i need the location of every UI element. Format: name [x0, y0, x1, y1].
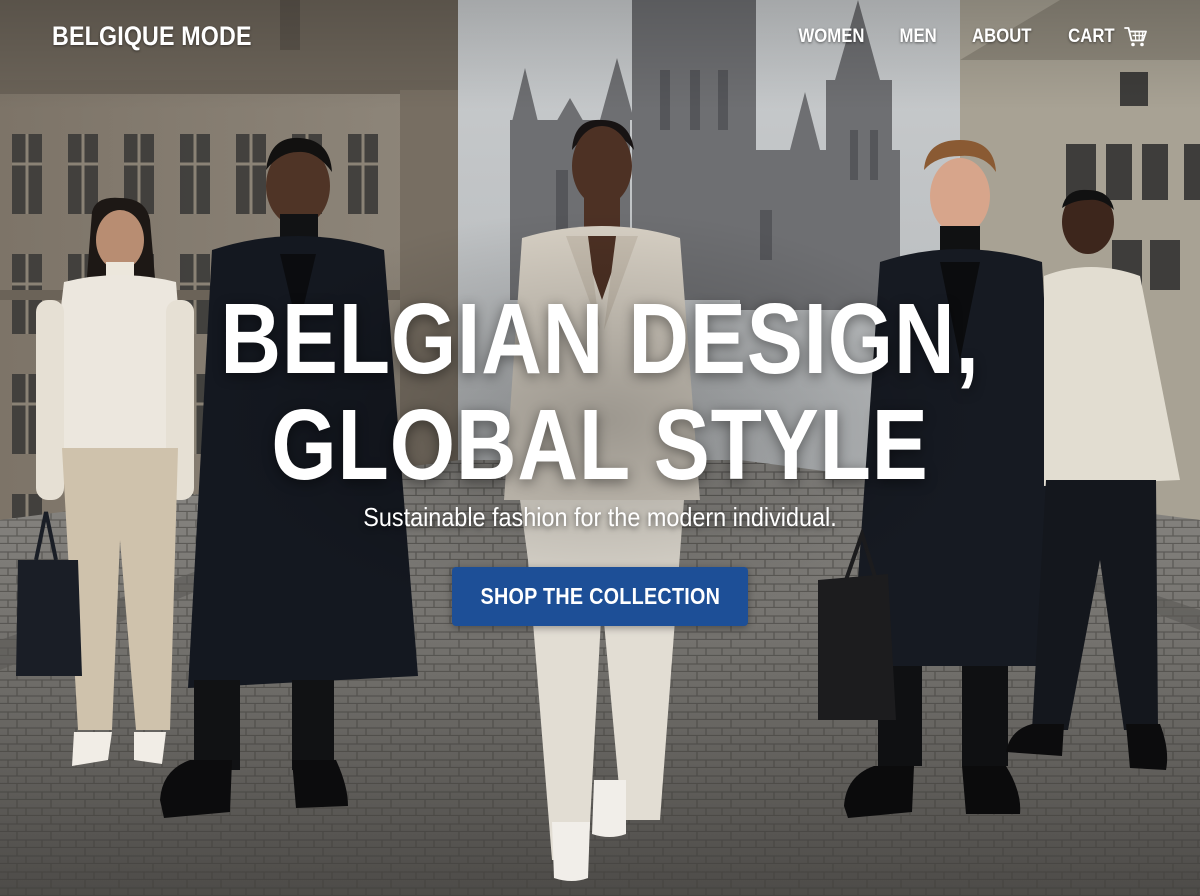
nav-link-about[interactable]: ABOUT [972, 26, 1031, 48]
cart-icon [1124, 27, 1147, 47]
cart-label: CART [1068, 26, 1115, 47]
nav-link-women[interactable]: WOMEN [799, 26, 865, 48]
hero-section: BELGIQUE MODE WOMEN MEN ABOUT CART BELGI… [0, 0, 1200, 896]
main-nav: WOMEN MEN ABOUT CART [766, 26, 1148, 48]
cart-link[interactable]: CART [1065, 26, 1148, 48]
hero-headline: BELGIAN DESIGN, GLOBAL STYLE [96, 286, 1104, 498]
shop-collection-button-label: SHOP THE COLLECTION [480, 583, 720, 609]
brand-logo[interactable]: BELGIQUE MODE [52, 21, 252, 52]
hero-headline-line-1: BELGIAN DESIGN, [220, 283, 980, 395]
top-navigation-bar: BELGIQUE MODE WOMEN MEN ABOUT CART [0, 0, 1200, 76]
nav-link-men[interactable]: MEN [900, 26, 937, 48]
shop-collection-button[interactable]: SHOP THE COLLECTION [452, 567, 748, 626]
hero-tagline: Sustainable fashion for the modern indiv… [363, 502, 837, 532]
hero-headline-line-2: GLOBAL STYLE [271, 389, 929, 501]
